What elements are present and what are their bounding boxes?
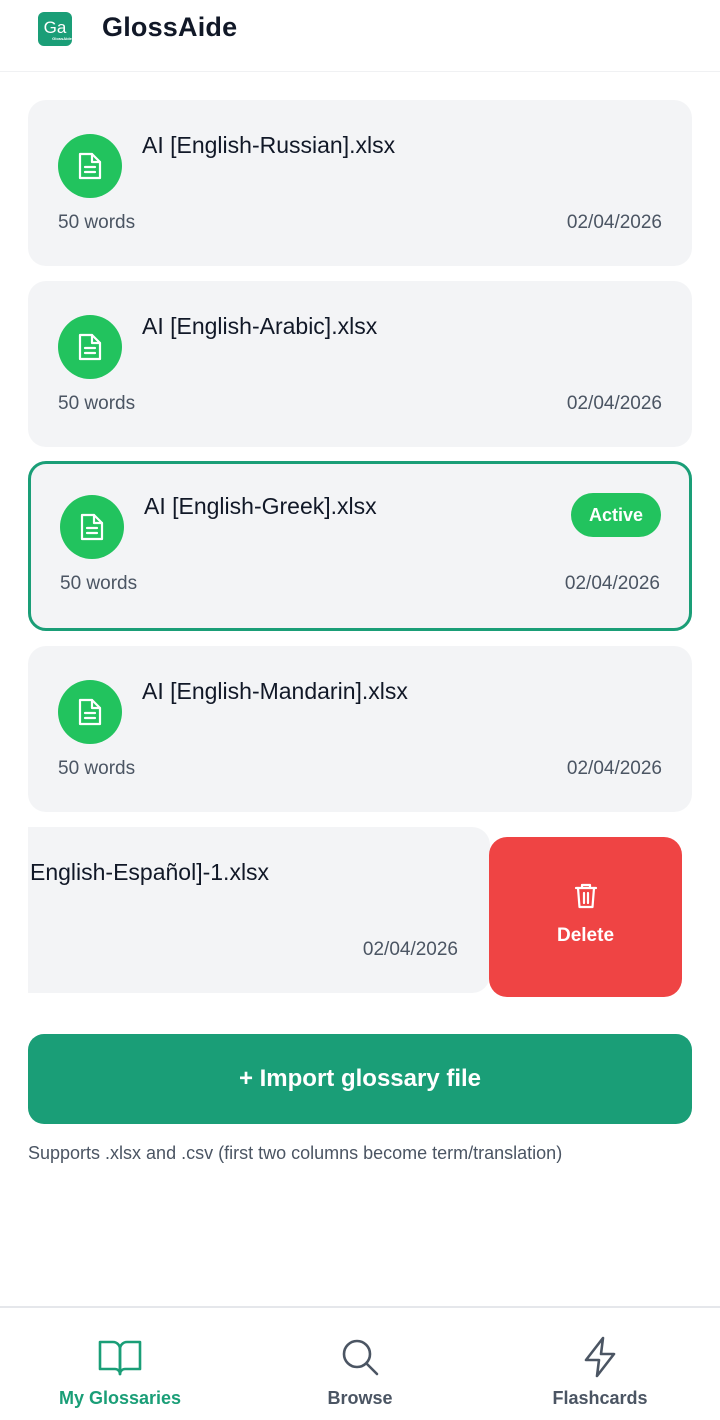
import-glossary-button[interactable]: + Import glossary file [28, 1034, 692, 1124]
trash-icon [574, 882, 598, 915]
nav-label: Flashcards [552, 1388, 648, 1408]
glossary-word-count: 50 words [60, 573, 138, 594]
glossary-date: 02/04/2026 [362, 939, 458, 960]
nav-label: My Glossaries [58, 1388, 182, 1408]
glossary-title: AI [English-Russian].xlsx [142, 132, 396, 158]
glossary-date: 02/04/2026 [566, 212, 662, 233]
app-title: GlossAide [102, 12, 238, 42]
active-badge: Active [570, 493, 661, 537]
nav-flashcards[interactable]: Flashcards [480, 1308, 720, 1420]
app-screen: Ga GlossAide GlossAide AI [English-Russi… [0, 0, 720, 1420]
glossary-card-espanol-swiped[interactable]: English-Español]-1.xlsx 02/04/2026 [28, 827, 490, 993]
glossary-card-mandarin[interactable]: AI [English-Mandarin].xlsx 50 words 02/0… [28, 646, 692, 812]
glossary-date: 02/04/2026 [566, 393, 662, 414]
file-document-icon [60, 495, 124, 559]
glossary-card-greek[interactable]: AI [English-Greek].xlsx Active 50 words … [28, 461, 692, 631]
file-document-icon [58, 315, 122, 379]
glossary-title: AI [English-Mandarin].xlsx [142, 678, 408, 704]
logo-subtext: GlossAide [52, 36, 72, 41]
glossary-title: AI [English-Greek].xlsx [144, 493, 377, 519]
supported-formats-note: Supports .xlsx and .csv (first two colum… [28, 1143, 563, 1163]
glossary-word-count: 50 words [58, 393, 136, 414]
glossary-title: AI [English-Arabic].xlsx [142, 313, 378, 339]
glossary-date: 02/04/2026 [564, 573, 660, 594]
glossary-word-count: 50 words [58, 758, 136, 779]
bottom-navigation: My Glossaries Browse Flashcards [0, 1306, 720, 1420]
glossary-date: 02/04/2026 [566, 758, 662, 779]
glossary-word-count: 50 words [58, 212, 136, 233]
logo-text: Ga [43, 18, 67, 37]
delete-button[interactable]: Delete [489, 837, 682, 997]
app-logo: Ga GlossAide [38, 12, 72, 46]
lightning-icon [583, 1336, 617, 1378]
book-open-icon [98, 1336, 142, 1378]
app-header: Ga GlossAide GlossAide [0, 0, 720, 72]
file-document-icon [58, 134, 122, 198]
nav-label: Browse [327, 1388, 393, 1408]
nav-my-glossaries[interactable]: My Glossaries [0, 1308, 240, 1420]
glossary-card-russian[interactable]: AI [English-Russian].xlsx 50 words 02/04… [28, 100, 692, 266]
glossary-title: English-Español]-1.xlsx [30, 859, 270, 885]
nav-browse[interactable]: Browse [240, 1308, 480, 1420]
file-document-icon [58, 680, 122, 744]
delete-label: Delete [556, 924, 615, 946]
search-icon [340, 1336, 380, 1378]
glossary-card-arabic[interactable]: AI [English-Arabic].xlsx 50 words 02/04/… [28, 281, 692, 447]
